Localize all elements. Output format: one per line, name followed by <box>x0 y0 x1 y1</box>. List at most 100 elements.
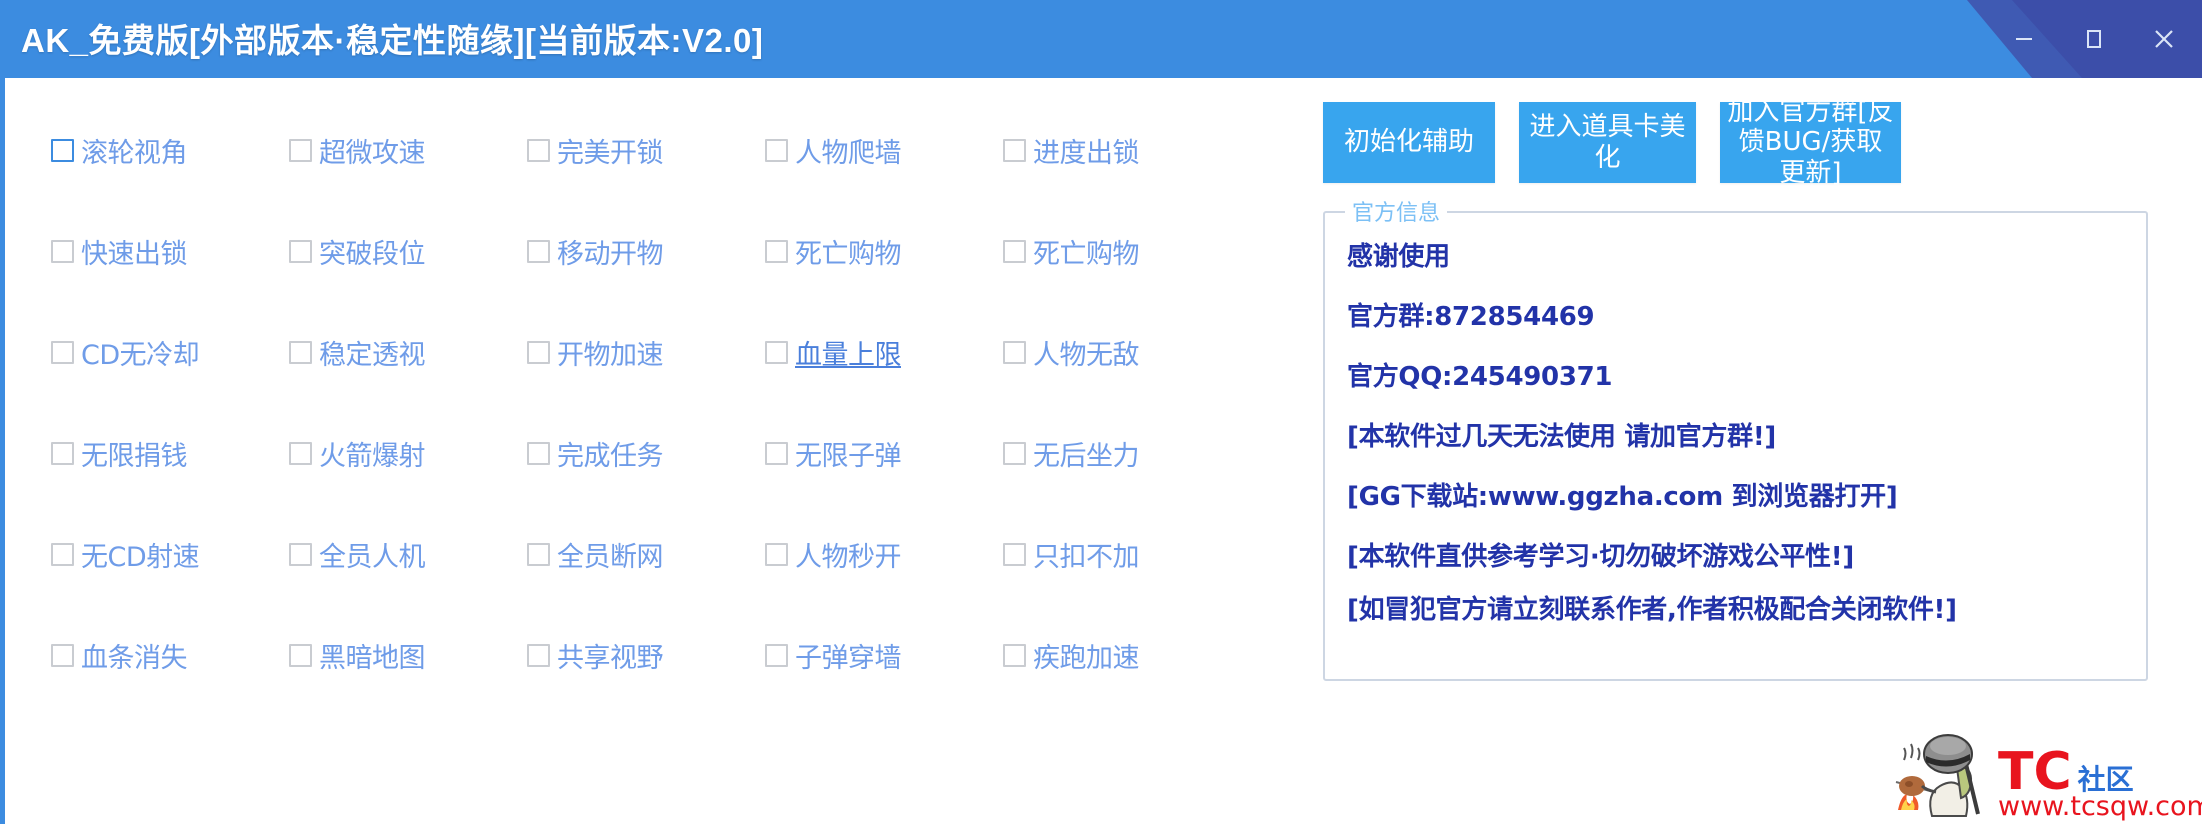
page-title: AK_免费版[外部版本·稳定性随缘][当前版本:V2.0] <box>21 22 764 59</box>
checkbox-item[interactable]: 火箭爆射 <box>289 434 527 473</box>
checkbox-item[interactable]: 无CD射速 <box>51 535 289 574</box>
checkbox-item[interactable]: 黑暗地图 <box>289 636 527 675</box>
checkbox-box[interactable] <box>527 442 550 465</box>
checkbox-item[interactable]: 移动开物 <box>527 232 765 271</box>
checkbox-box[interactable] <box>289 139 312 162</box>
checkbox-label: 开物加速 <box>557 340 664 371</box>
checkbox-item[interactable]: 无限子弹 <box>765 434 1003 473</box>
checkbox-item[interactable]: 超微攻速 <box>289 131 527 170</box>
close-icon[interactable] <box>2144 19 2184 59</box>
minimize-icon[interactable] <box>2004 19 2044 59</box>
checkbox-item[interactable]: 无限捐钱 <box>51 434 289 473</box>
checkbox-label: 完美开锁 <box>557 138 664 169</box>
checkbox-row: CD无冷却 稳定透视 开物加速 血量上限 人物无敌 <box>51 302 1241 403</box>
checkbox-item[interactable]: 全员断网 <box>527 535 765 574</box>
info-line: 官方群:872854469 <box>1347 302 1595 332</box>
info-line: 感谢使用 <box>1347 242 1450 272</box>
checkbox-item[interactable]: 只扣不加 <box>1003 535 1241 574</box>
checkbox-label: 死亡购物 <box>795 239 902 270</box>
checkbox-box[interactable] <box>289 240 312 263</box>
checkbox-box[interactable] <box>1003 442 1026 465</box>
checkbox-box[interactable] <box>765 341 788 364</box>
checkbox-box[interactable] <box>289 442 312 465</box>
join-official-group-button[interactable]: 加入官方群[反馈BUG/获取更新] <box>1720 97 1901 188</box>
checkbox-item[interactable]: 人物秒开 <box>765 535 1003 574</box>
checkbox-box[interactable] <box>527 644 550 667</box>
checkbox-item[interactable]: 完成任务 <box>527 434 765 473</box>
info-line: [GG下载站:www.ggzha.com 到浏览器打开] <box>1347 482 1898 512</box>
checkbox-item[interactable]: 快速出锁 <box>51 232 289 271</box>
maximize-icon[interactable] <box>2074 19 2114 59</box>
checkbox-label: 血条消失 <box>81 643 188 674</box>
checkbox-box[interactable] <box>1003 644 1026 667</box>
checkbox-box[interactable] <box>1003 543 1026 566</box>
checkbox-box[interactable] <box>1003 341 1026 364</box>
checkbox-label: 共享视野 <box>557 643 664 674</box>
checkbox-item[interactable]: 进度出锁 <box>1003 131 1241 170</box>
checkbox-item[interactable]: 突破段位 <box>289 232 527 271</box>
checkbox-box[interactable] <box>765 442 788 465</box>
checkbox-box[interactable] <box>51 644 74 667</box>
item-card-beautify-button[interactable]: 进入道具卡美化 <box>1519 102 1696 183</box>
checkbox-box[interactable] <box>289 644 312 667</box>
checkbox-box[interactable] <box>1003 240 1026 263</box>
checkbox-label: 人物秒开 <box>795 542 902 573</box>
checkbox-item[interactable]: 滚轮视角 <box>51 131 289 170</box>
checkbox-item[interactable]: 血条消失 <box>51 636 289 675</box>
checkbox-label: 无CD射速 <box>81 542 200 573</box>
checkbox-item[interactable]: 人物无敌 <box>1003 333 1241 372</box>
checkbox-box[interactable] <box>527 240 550 263</box>
checkbox-item[interactable]: 死亡购物 <box>765 232 1003 271</box>
checkbox-box[interactable] <box>765 543 788 566</box>
checkbox-box[interactable] <box>527 543 550 566</box>
checkbox-box[interactable] <box>289 543 312 566</box>
checkbox-box[interactable] <box>51 543 74 566</box>
checkbox-item[interactable]: 血量上限 <box>765 333 1003 372</box>
action-button-row: 初始化辅助 进入道具卡美化 加入官方群[反馈BUG/获取更新] <box>1323 97 1901 188</box>
watermark-character-icon <box>1895 734 1980 817</box>
official-info-content: 感谢使用 官方群:872854469 官方QQ:245490371 [本软件过几… <box>1347 227 2132 633</box>
checkbox-box[interactable] <box>51 442 74 465</box>
checkbox-label: 疾跑加速 <box>1033 643 1140 674</box>
checkbox-label: CD无冷却 <box>81 340 200 371</box>
client-area: 滚轮视角 超微攻速 完美开锁 人物爬墙 进度出锁 快速出锁 突破段位 移动开物 … <box>5 78 2202 824</box>
checkbox-item[interactable]: CD无冷却 <box>51 333 289 372</box>
checkbox-box[interactable] <box>1003 139 1026 162</box>
checkbox-box[interactable] <box>765 139 788 162</box>
checkbox-box[interactable] <box>51 341 74 364</box>
checkbox-label: 无限子弹 <box>795 441 902 472</box>
join-official-group-label: 加入官方群[反馈BUG/获取更新] <box>1727 96 1894 188</box>
checkbox-label: 人物无敌 <box>1033 340 1140 371</box>
watermark-brand-suffix: 社区 <box>2077 763 2134 797</box>
checkbox-label: 全员断网 <box>557 542 664 573</box>
checkbox-box[interactable] <box>289 341 312 364</box>
checkbox-label: 突破段位 <box>319 239 426 270</box>
checkbox-item[interactable]: 开物加速 <box>527 333 765 372</box>
info-line: 官方QQ:245490371 <box>1347 362 1613 392</box>
checkbox-label: 滚轮视角 <box>81 138 188 169</box>
checkbox-label: 稳定透视 <box>319 340 426 371</box>
checkbox-box[interactable] <box>765 240 788 263</box>
checkbox-item[interactable]: 死亡购物 <box>1003 232 1241 271</box>
checkbox-box[interactable] <box>51 240 74 263</box>
checkbox-box[interactable] <box>51 139 74 162</box>
checkbox-label: 全员人机 <box>319 542 426 573</box>
checkbox-item[interactable]: 子弹穿墙 <box>765 636 1003 675</box>
watermark-url: www.tcsqw.com <box>1998 791 2202 823</box>
checkbox-box[interactable] <box>527 139 550 162</box>
checkbox-box[interactable] <box>765 644 788 667</box>
info-line: [本软件过几天无法使用 请加官方群!] <box>1347 422 1776 452</box>
checkbox-row: 血条消失 黑暗地图 共享视野 子弹穿墙 疾跑加速 <box>51 605 1241 706</box>
init-assist-button[interactable]: 初始化辅助 <box>1323 102 1495 183</box>
checkbox-item[interactable]: 疾跑加速 <box>1003 636 1241 675</box>
checkbox-box[interactable] <box>527 341 550 364</box>
checkbox-item[interactable]: 稳定透视 <box>289 333 527 372</box>
watermark-brand: TC 社区 <box>1998 746 2134 798</box>
checkbox-item[interactable]: 全员人机 <box>289 535 527 574</box>
checkbox-item[interactable]: 无后坐力 <box>1003 434 1241 473</box>
checkbox-item[interactable]: 人物爬墙 <box>765 131 1003 170</box>
checkbox-item[interactable]: 共享视野 <box>527 636 765 675</box>
checkbox-label: 无限捐钱 <box>81 441 188 472</box>
checkbox-item[interactable]: 完美开锁 <box>527 131 765 170</box>
checkbox-label: 快速出锁 <box>81 239 188 270</box>
